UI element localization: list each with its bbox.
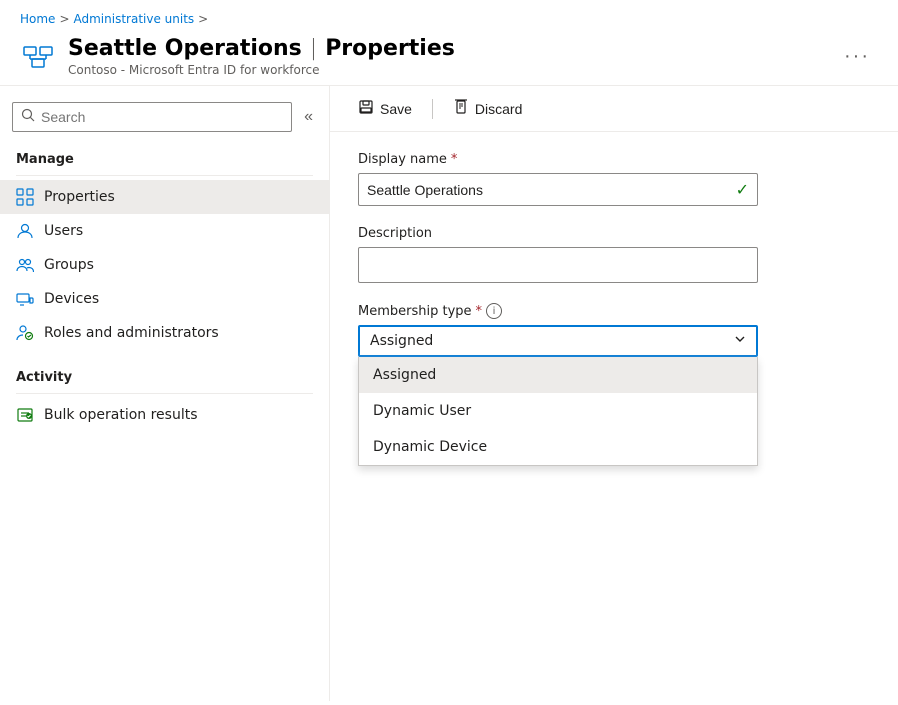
discard-button[interactable]: Discard — [445, 94, 530, 123]
dropdown-chevron-icon — [734, 333, 746, 349]
search-input[interactable] — [41, 109, 283, 125]
discard-icon — [453, 99, 469, 118]
page-title-section: Properties — [325, 36, 455, 61]
search-container: « — [0, 94, 329, 140]
sidebar-item-devices-label: Devices — [44, 291, 99, 307]
display-name-required: * — [451, 152, 458, 167]
page-subtitle: Contoso - Microsoft Entra ID for workfor… — [68, 63, 455, 77]
properties-icon — [16, 188, 34, 206]
membership-type-label: Membership type * i — [358, 303, 870, 319]
page-icon — [20, 39, 56, 75]
users-icon — [16, 222, 34, 240]
breadcrumb-home[interactable]: Home — [20, 12, 55, 26]
description-group: Description — [358, 226, 870, 283]
membership-type-trigger[interactable]: Assigned — [358, 325, 758, 357]
sidebar-item-groups-label: Groups — [44, 257, 94, 273]
toolbar: Save Discard — [330, 86, 898, 132]
breadcrumb-admin-units[interactable]: Administrative units — [74, 12, 195, 26]
main-content: Save Discard — [330, 86, 898, 701]
membership-type-dropdown[interactable]: Assigned Assigned Dynamic User Dynamic D… — [358, 325, 758, 357]
sidebar-item-users[interactable]: Users — [0, 214, 329, 248]
more-options-button[interactable]: ··· — [836, 41, 878, 72]
save-button[interactable]: Save — [350, 94, 420, 123]
search-icon — [21, 108, 35, 126]
sidebar-item-groups[interactable]: Groups — [0, 248, 329, 282]
sidebar-item-roles[interactable]: Roles and administrators — [0, 316, 329, 350]
discard-label: Discard — [475, 101, 522, 117]
dropdown-option-dynamic-user[interactable]: Dynamic User — [359, 393, 757, 429]
display-name-check-icon: ✓ — [736, 180, 749, 199]
devices-icon — [16, 290, 34, 308]
manage-divider — [16, 175, 313, 176]
membership-type-required: * — [476, 304, 483, 319]
membership-type-value: Assigned — [370, 333, 433, 349]
sidebar: « Manage Properties — [0, 86, 330, 701]
membership-type-menu: Assigned Dynamic User Dynamic Device — [358, 357, 758, 466]
display-name-label: Display name * — [358, 152, 870, 167]
display-name-input-container[interactable]: ✓ — [358, 173, 758, 206]
membership-type-info-icon[interactable]: i — [486, 303, 502, 319]
activity-section-label: Activity — [0, 358, 329, 389]
display-name-group: Display name * ✓ — [358, 152, 870, 206]
manage-section-label: Manage — [0, 140, 329, 171]
save-label: Save — [380, 101, 412, 117]
header: Home > Administrative units > Seattle Op… — [0, 0, 898, 86]
display-name-input[interactable] — [367, 182, 736, 198]
dropdown-option-assigned[interactable]: Assigned — [359, 357, 757, 393]
breadcrumb-sep2: > — [198, 12, 208, 26]
form-content: Display name * ✓ Description Membership … — [330, 132, 898, 701]
breadcrumb: Home > Administrative units > — [20, 12, 878, 26]
search-box[interactable] — [12, 102, 292, 132]
sidebar-item-bulk-ops[interactable]: Bulk operation results — [0, 398, 329, 432]
sidebar-item-properties[interactable]: Properties — [0, 180, 329, 214]
membership-type-group: Membership type * i Assigned Ass — [358, 303, 870, 357]
save-icon — [358, 99, 374, 118]
sidebar-item-devices[interactable]: Devices — [0, 282, 329, 316]
collapse-button[interactable]: « — [300, 104, 317, 130]
title-separator: | — [310, 36, 317, 61]
sidebar-item-users-label: Users — [44, 223, 83, 239]
main-layout: « Manage Properties — [0, 86, 898, 701]
page-title-group: Seattle Operations | Properties Contoso … — [68, 36, 455, 77]
sidebar-item-bulk-ops-label: Bulk operation results — [44, 407, 198, 423]
dropdown-option-dynamic-device[interactable]: Dynamic Device — [359, 429, 757, 465]
groups-icon — [16, 256, 34, 274]
page-title-name: Seattle Operations — [68, 36, 302, 61]
activity-divider — [16, 393, 313, 394]
breadcrumb-sep1: > — [59, 12, 69, 26]
roles-icon — [16, 324, 34, 342]
sidebar-item-properties-label: Properties — [44, 189, 115, 205]
toolbar-separator — [432, 99, 433, 119]
sidebar-item-roles-label: Roles and administrators — [44, 325, 219, 341]
description-input[interactable] — [358, 247, 758, 283]
description-label: Description — [358, 226, 870, 241]
bulk-ops-icon — [16, 406, 34, 424]
